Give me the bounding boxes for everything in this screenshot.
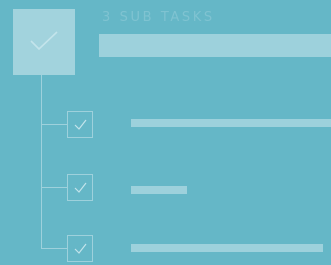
subtask-label-bar[interactable] [131,119,331,127]
task-tree-trunk [41,75,42,249]
subtask-branch-line [41,248,67,249]
subtask-checkbox[interactable] [67,235,93,262]
check-icon [74,182,87,193]
check-icon [74,243,87,254]
subtask-checkbox[interactable] [67,111,93,138]
check-icon [30,31,58,51]
subtask-checkbox[interactable] [67,174,93,201]
subtask-label-bar[interactable] [131,244,323,252]
check-icon [74,119,87,130]
parent-task-title-bar[interactable] [99,34,331,57]
subtask-label-bar[interactable] [131,186,187,194]
subtask-branch-line [41,187,67,188]
parent-task-checkbox[interactable] [13,9,75,75]
subtasks-count-title: 3 SUB TASKS [102,10,215,25]
subtask-branch-line [41,124,67,125]
